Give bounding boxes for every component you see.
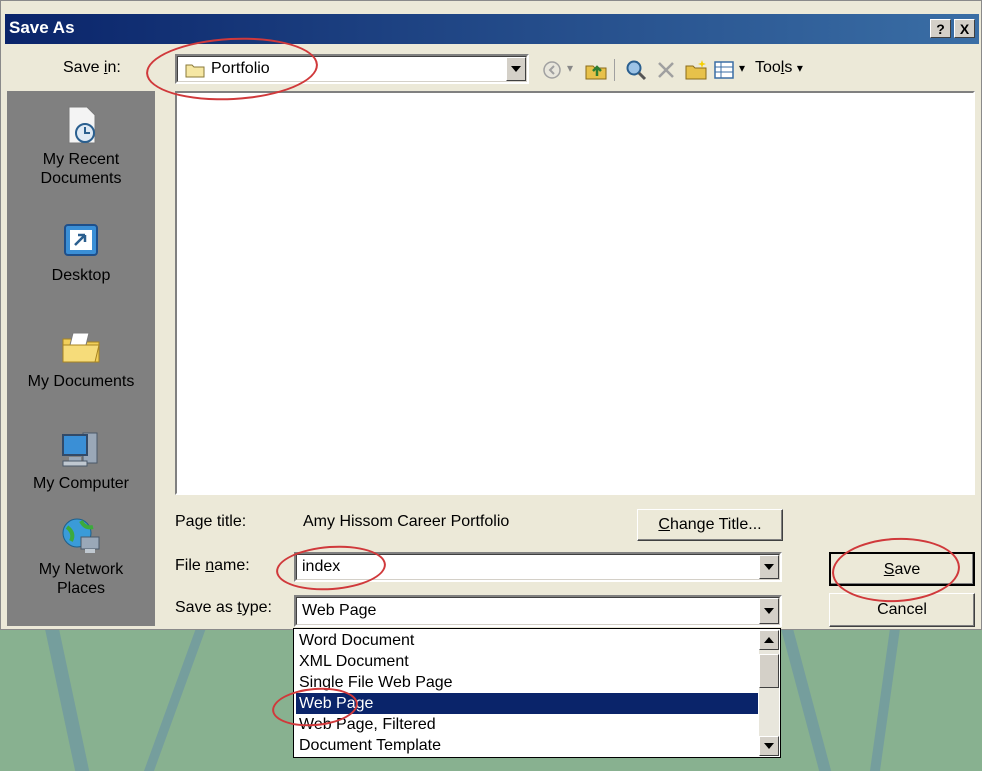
up-folder-icon[interactable] bbox=[585, 59, 607, 81]
back-dropdown-icon[interactable]: ▾ bbox=[567, 61, 573, 75]
list-item[interactable]: Web Page, Filtered bbox=[296, 714, 758, 735]
my-documents-icon bbox=[62, 332, 100, 363]
back-icon[interactable] bbox=[541, 59, 563, 81]
save-as-dialog: Save As ? X Save in: Portfolio ▾ ▾ Tools… bbox=[0, 0, 982, 630]
place-my-computer[interactable]: My Computer bbox=[7, 427, 155, 493]
file-list-view[interactable] bbox=[175, 91, 975, 495]
place-my-documents[interactable]: My Documents bbox=[7, 325, 155, 391]
close-button[interactable]: X bbox=[954, 19, 975, 38]
save-as-type-dropdown-button[interactable] bbox=[759, 598, 779, 624]
toolbar-separator bbox=[614, 59, 615, 81]
my-computer-icon bbox=[62, 432, 98, 467]
chevron-down-icon bbox=[764, 743, 774, 749]
place-my-network-places[interactable]: My Network Places bbox=[7, 513, 155, 598]
save-as-type-combo[interactable]: Web Page bbox=[294, 595, 782, 627]
list-item-selected[interactable]: Web Page bbox=[296, 693, 758, 714]
new-folder-icon[interactable] bbox=[685, 59, 707, 81]
dialog-title: Save As bbox=[9, 18, 75, 37]
file-name-label: File name: bbox=[175, 557, 250, 574]
scroll-up-button[interactable] bbox=[759, 630, 779, 650]
list-item[interactable]: XML Document bbox=[296, 651, 758, 672]
delete-icon[interactable] bbox=[655, 59, 677, 81]
save-as-type-label: Save as type: bbox=[175, 599, 272, 616]
list-item[interactable]: Document Template bbox=[296, 735, 758, 756]
save-as-type-value: Web Page bbox=[302, 602, 377, 619]
chevron-down-icon bbox=[511, 66, 521, 72]
views-icon[interactable] bbox=[713, 59, 735, 81]
dropdown-scrollbar[interactable] bbox=[759, 630, 779, 756]
scroll-thumb[interactable] bbox=[759, 654, 779, 688]
search-web-icon[interactable] bbox=[625, 59, 647, 81]
save-in-dropdown-button[interactable] bbox=[506, 57, 526, 81]
title-bar[interactable]: Save As ? X bbox=[5, 14, 979, 44]
place-desktop[interactable]: Desktop bbox=[7, 219, 155, 285]
save-as-type-dropdown-list[interactable]: Word Document XML Document Single File W… bbox=[293, 628, 781, 758]
save-in-label: Save in: bbox=[63, 59, 121, 76]
file-name-dropdown-button[interactable] bbox=[759, 555, 779, 579]
network-places-icon bbox=[62, 518, 100, 553]
page-title-value: Amy Hissom Career Portfolio bbox=[303, 513, 510, 530]
list-item[interactable]: Single File Web Page bbox=[296, 672, 758, 693]
chevron-down-icon bbox=[764, 608, 774, 614]
chevron-down-icon bbox=[764, 564, 774, 570]
change-title-button[interactable]: Change Title... bbox=[637, 509, 783, 541]
recent-documents-icon bbox=[68, 106, 96, 144]
page-title-label: Page title: bbox=[175, 513, 247, 530]
tools-dropdown-icon: ▾ bbox=[796, 61, 803, 75]
help-button[interactable]: ? bbox=[930, 19, 951, 38]
chevron-up-icon bbox=[764, 637, 774, 643]
places-bar: My Recent Documents Desktop My Documents … bbox=[7, 91, 155, 626]
scroll-down-button[interactable] bbox=[759, 736, 779, 756]
desktop-icon bbox=[64, 224, 98, 256]
place-my-recent-documents[interactable]: My Recent Documents bbox=[7, 103, 155, 188]
tools-menu[interactable]: Tools ▾ bbox=[755, 59, 803, 77]
list-item[interactable]: Word Document bbox=[296, 630, 758, 651]
views-dropdown-icon[interactable]: ▾ bbox=[739, 61, 745, 75]
